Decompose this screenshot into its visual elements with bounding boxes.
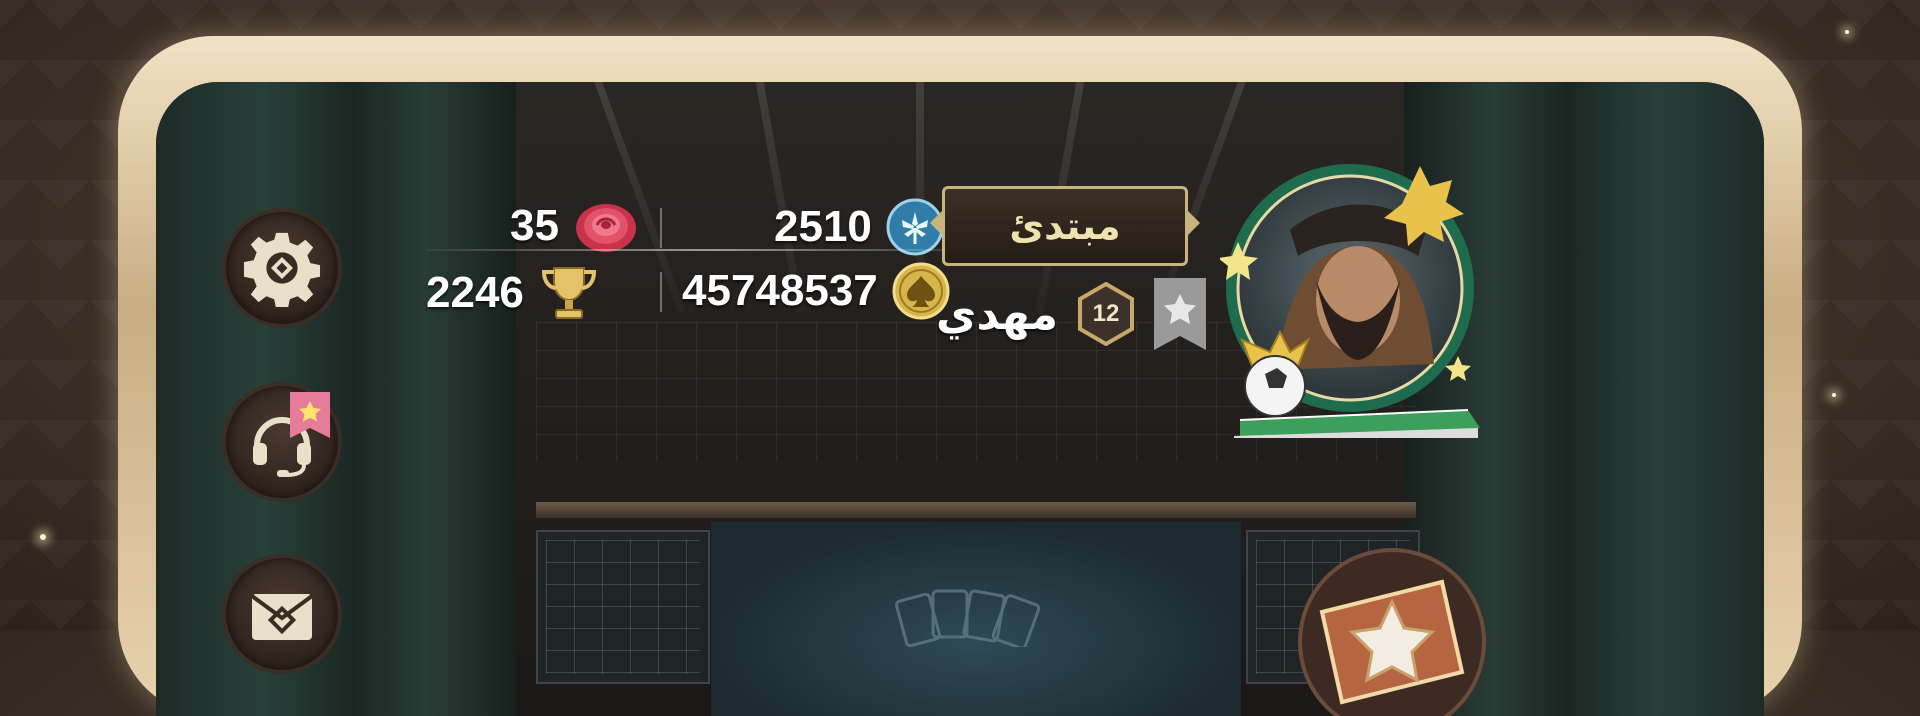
rank-title: مبتدئ xyxy=(1009,204,1121,248)
stats-divider xyxy=(426,249,986,251)
roses-stat: 35 xyxy=(510,198,639,254)
star-icon xyxy=(290,392,330,438)
scoreboard-left xyxy=(536,530,710,684)
rank-plate: مبتدئ xyxy=(930,186,1200,266)
messages-button[interactable] xyxy=(226,558,338,670)
stats-panel: 35 2510 2246 45748537 xyxy=(426,182,986,322)
cards-logo-icon xyxy=(895,589,1041,647)
sparkle xyxy=(40,534,46,540)
palm-points-stat: 2510 xyxy=(774,198,944,256)
level-value: 12 xyxy=(1092,300,1120,327)
trophy-icon xyxy=(541,267,596,319)
avatar xyxy=(1218,164,1480,438)
coins-value: 45748537 xyxy=(682,266,878,315)
star-card-icon[interactable] xyxy=(1292,542,1492,716)
roses-value: 35 xyxy=(510,201,559,250)
sparkle xyxy=(1832,393,1836,397)
ribbon-star-icon xyxy=(1154,278,1207,350)
rank-plate-arrow xyxy=(1188,211,1200,235)
level-badge: 12 xyxy=(1076,282,1136,346)
rose-icon xyxy=(575,204,636,252)
stage-truss xyxy=(536,502,1416,518)
gear-icon xyxy=(243,232,321,307)
trophies-stat: 2246 xyxy=(426,262,600,324)
sparkle xyxy=(1845,30,1849,34)
player-info: مهدي 12 xyxy=(936,278,1207,350)
game-screen: 35 2510 2246 45748537 مبتدئ مهدي 12 xyxy=(156,82,1764,716)
trophies-value: 2246 xyxy=(426,268,524,317)
player-name: مهدي xyxy=(936,288,1059,340)
rank-plate-arrow xyxy=(930,211,942,235)
stat-divider xyxy=(660,272,662,312)
device-frame: 35 2510 2246 45748537 مبتدئ مهدي 12 xyxy=(118,36,1802,716)
player-avatar[interactable] xyxy=(1218,150,1488,440)
envelope-icon xyxy=(250,594,314,640)
stat-divider xyxy=(660,208,662,248)
support-button[interactable] xyxy=(226,386,338,498)
settings-button[interactable] xyxy=(226,212,338,324)
palm-points-value: 2510 xyxy=(774,202,872,251)
coins-stat: 45748537 xyxy=(682,262,950,320)
